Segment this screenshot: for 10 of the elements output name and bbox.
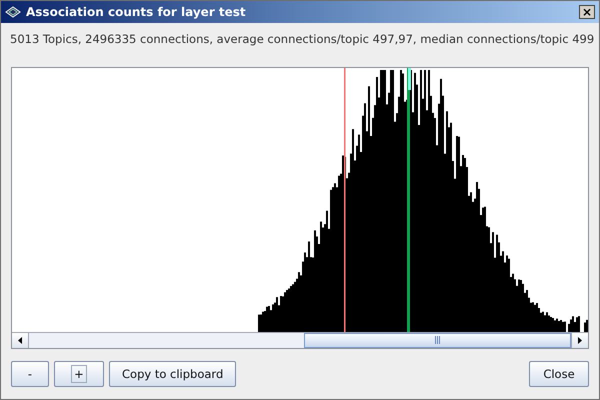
app-icon bbox=[5, 6, 21, 18]
grip-icon bbox=[434, 336, 440, 344]
zoom-button[interactable]: - bbox=[11, 360, 49, 387]
copy-button[interactable]: Copy to clipboard bbox=[109, 360, 236, 387]
summary-text: 5013 Topics, 2496335 connections, average connections/topic 497,97, median connections/topic 499 bbox=[9, 31, 596, 48]
scrollbar[interactable] bbox=[12, 332, 588, 348]
close-icon[interactable]: × bbox=[579, 5, 595, 19]
window-title: Association counts for layer test bbox=[26, 5, 247, 19]
zoom-button[interactable]: + bbox=[54, 360, 104, 387]
close-button[interactable]: Close bbox=[529, 360, 589, 387]
